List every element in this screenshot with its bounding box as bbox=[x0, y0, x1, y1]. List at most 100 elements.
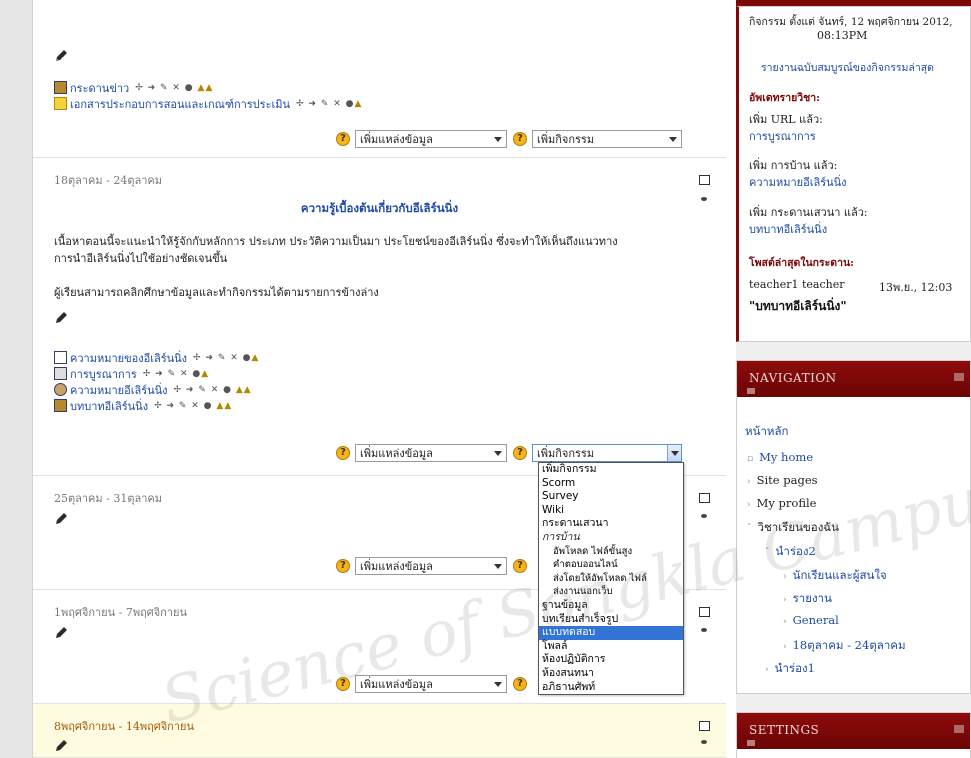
update-link[interactable]: ความหมายอีเลิร์นนิ่ง bbox=[749, 173, 847, 191]
edit-summary-icon[interactable] bbox=[54, 512, 68, 526]
nav-label: Site pages bbox=[756, 473, 818, 487]
dropdown-option[interactable]: ห้องสนทนา bbox=[539, 667, 683, 681]
dropdown-option[interactable]: Survey bbox=[539, 490, 683, 504]
edit-summary-icon[interactable] bbox=[54, 626, 68, 640]
nav-label: นำร่อง2 bbox=[775, 544, 816, 558]
hide-block-icon[interactable] bbox=[954, 373, 964, 381]
hide-block-icon[interactable] bbox=[954, 725, 964, 733]
add-controls: ? เพิ่มแหล่งข้อมูล ? bbox=[336, 674, 532, 694]
update-link[interactable]: บทบาทอีเลิร์นนิ่ง bbox=[749, 220, 827, 238]
section-general: กระดานข่าว ✢ ➜ ✎ ✕ ● ▲▲ เอกสารประกอบการส… bbox=[33, 0, 726, 158]
navigation-header: NAVIGATION bbox=[737, 361, 970, 397]
add-resource-value: เพิ่มแหล่งข้อมูล bbox=[360, 678, 433, 691]
dropdown-option[interactable]: ห้องปฏิบัติการ bbox=[539, 653, 683, 667]
eye-icon[interactable] bbox=[701, 740, 707, 744]
eye-icon[interactable] bbox=[701, 628, 707, 632]
activity-row[interactable]: บทบาทอีเลิร์นนิ่ง ✢ ➜ ✎ ✕ ● ▲▲ bbox=[54, 398, 232, 413]
forum-icon bbox=[54, 399, 67, 412]
dropdown-option[interactable]: อภิธานศัพท์ bbox=[539, 681, 683, 695]
nav-site-pages[interactable]: › Site pages bbox=[747, 473, 818, 487]
dropdown-group-label: การบ้าน bbox=[542, 530, 580, 543]
activity-row[interactable]: เอกสารประกอบการสอนและเกณฑ์การประเมิน ✢ ➜… bbox=[54, 96, 362, 111]
eye-icon[interactable] bbox=[701, 514, 707, 518]
nav-my-courses[interactable]: ˇ วิชาเรียนของฉัน bbox=[747, 519, 839, 537]
chevron-down-icon bbox=[669, 137, 677, 142]
highlight-toggle[interactable] bbox=[699, 607, 710, 617]
dropdown-option[interactable]: เพิ่มกิจกรรม bbox=[539, 463, 683, 477]
add-activity-value: เพิ่มกิจกรรม bbox=[537, 447, 595, 460]
help-icon[interactable]: ? bbox=[336, 446, 350, 460]
dropdown-option[interactable]: อัพโหลด ไฟล์ขั้นสูง bbox=[539, 545, 683, 559]
dropdown-option[interactable]: ฐานข้อมูล bbox=[539, 599, 683, 613]
dropdown-option[interactable]: Wiki bbox=[539, 504, 683, 518]
add-resource-value: เพิ่มแหล่งข้อมูล bbox=[360, 133, 433, 146]
chevron-down-icon[interactable] bbox=[667, 445, 681, 461]
dropdown-option[interactable]: คำตอบออนไลน์ bbox=[539, 558, 683, 572]
activity-link[interactable]: เอกสารประกอบการสอนและเกณฑ์การประเมิน bbox=[70, 95, 290, 113]
help-icon[interactable]: ? bbox=[513, 446, 527, 460]
edit-summary-icon[interactable] bbox=[54, 311, 68, 325]
activity-row[interactable]: ความหมายอีเลิร์นนิ่ง ✢ ➜ ✎ ✕ ● ▲▲ bbox=[54, 382, 252, 397]
add-activity-select[interactable]: เพิ่มกิจกรรม bbox=[532, 130, 682, 148]
dropdown-option[interactable]: ส่งโดยให้อัพโหลด ไฟล์ bbox=[539, 572, 683, 586]
edit-tools[interactable]: ✢ ➜ ✎ ✕ ● ▲▲ bbox=[135, 83, 213, 93]
highlight-toggle[interactable] bbox=[699, 493, 710, 503]
help-icon[interactable]: ? bbox=[336, 677, 350, 691]
activity-row[interactable]: กระดานข่าว ✢ ➜ ✎ ✕ ● ▲▲ bbox=[54, 80, 213, 95]
highlight-toggle[interactable] bbox=[699, 721, 710, 731]
activity-link[interactable]: บทบาทอีเลิร์นนิ่ง bbox=[70, 397, 148, 415]
nav-reports[interactable]: › รายงาน bbox=[783, 590, 832, 608]
nav-week[interactable]: › 18ตุลาคม - 24ตุลาคม bbox=[783, 637, 906, 655]
right-sidebar: กิจกรรม ตั้งแต่ จันทร์, 12 พฤศจิกายน 201… bbox=[736, 0, 971, 758]
dropdown-option[interactable]: กระดานเสวนา bbox=[539, 517, 683, 531]
nav-my-home[interactable]: ▫ My home bbox=[747, 450, 813, 464]
dropdown-option[interactable]: Scorm bbox=[539, 477, 683, 491]
nav-label: My home bbox=[759, 450, 814, 464]
move-icon[interactable] bbox=[747, 740, 755, 746]
nav-participants[interactable]: › นักเรียนและผู้สนใจ bbox=[783, 567, 887, 585]
help-icon[interactable]: ? bbox=[513, 132, 527, 146]
nav-my-profile[interactable]: › My profile bbox=[747, 496, 816, 510]
help-icon[interactable]: ? bbox=[513, 559, 527, 573]
edit-tools[interactable]: ✢ ➜ ✎ ✕ ● ▲▲ bbox=[154, 401, 232, 411]
dropdown-option[interactable]: บทเรียนสำเร็จรูป bbox=[539, 613, 683, 627]
dropdown-option[interactable]: ส่งงานนอกเว็บ bbox=[539, 585, 683, 599]
nav-general[interactable]: › General bbox=[783, 613, 839, 627]
help-icon[interactable]: ? bbox=[336, 132, 350, 146]
add-resource-select[interactable]: เพิ่มแหล่งข้อมูล bbox=[355, 444, 507, 462]
help-icon[interactable]: ? bbox=[513, 677, 527, 691]
activity-row[interactable]: ความหมายของอีเลิร์นนิ่ง ✢ ➜ ✎ ✕ ●▲ bbox=[54, 350, 259, 365]
move-icon[interactable] bbox=[747, 388, 755, 394]
edit-tools[interactable]: ✢ ➜ ✎ ✕ ●▲ bbox=[143, 369, 209, 379]
caret-right-icon: › bbox=[765, 665, 769, 675]
nav-label: General bbox=[792, 613, 839, 627]
edit-tools[interactable]: ✢ ➜ ✎ ✕ ● ▲▲ bbox=[174, 385, 252, 395]
add-activity-select[interactable]: เพิ่มกิจกรรม bbox=[532, 444, 682, 462]
section-title: ความรู้เบื้องต้นเกี่ยวกับอีเลิร์นนิ่ง bbox=[300, 201, 459, 215]
post-title-link[interactable]: "บทบาทอีเลิร์นนิ่ง" bbox=[749, 297, 847, 316]
update-label: เพิ่ม URL แล้ว: bbox=[749, 113, 823, 126]
edit-tools[interactable]: ✢ ➜ ✎ ✕ ●▲ bbox=[296, 99, 362, 109]
forum-posts-heading: โพสต์ล่าสุดในกระดาน: bbox=[749, 257, 855, 269]
nav-home[interactable]: หน้าหลัก bbox=[745, 423, 789, 441]
nav-course2[interactable]: › นำร่อง1 bbox=[765, 660, 815, 678]
chevron-down-icon bbox=[494, 451, 502, 456]
edit-summary-icon[interactable] bbox=[54, 739, 68, 753]
add-resource-select[interactable]: เพิ่มแหล่งข้อมูล bbox=[355, 675, 507, 693]
add-resource-select[interactable]: เพิ่มแหล่งข้อมูล bbox=[355, 557, 507, 575]
activity-dropdown-list[interactable]: เพิ่มกิจกรรม Scorm Survey Wiki กระดานเสวนา กา… bbox=[538, 462, 684, 696]
section-date: 18ตุลาคม - 24ตุลาคม bbox=[54, 174, 163, 187]
nav-course[interactable]: ˇ นำร่อง2 bbox=[765, 543, 816, 561]
edit-summary-icon[interactable] bbox=[54, 49, 68, 63]
activity-row[interactable]: การบูรณาการ ✢ ➜ ✎ ✕ ●▲ bbox=[54, 366, 209, 381]
edit-tools[interactable]: ✢ ➜ ✎ ✕ ●▲ bbox=[193, 353, 259, 363]
add-resource-select[interactable]: เพิ่มแหล่งข้อมูล bbox=[355, 130, 507, 148]
highlight-toggle[interactable] bbox=[699, 175, 710, 185]
add-activity-value: เพิ่มกิจกรรม bbox=[537, 133, 595, 146]
full-report-link[interactable]: รายงานฉบับสมบูรณ์ของกิจกรรมล่าสุด bbox=[761, 59, 934, 76]
recent-since-time: 08:13PM bbox=[817, 29, 868, 42]
help-icon[interactable]: ? bbox=[336, 559, 350, 573]
dropdown-option[interactable]: แบบทดสอบ bbox=[539, 626, 683, 640]
dropdown-option[interactable]: โพลล์ bbox=[539, 640, 683, 654]
update-link[interactable]: การบูรณาการ bbox=[749, 127, 816, 145]
